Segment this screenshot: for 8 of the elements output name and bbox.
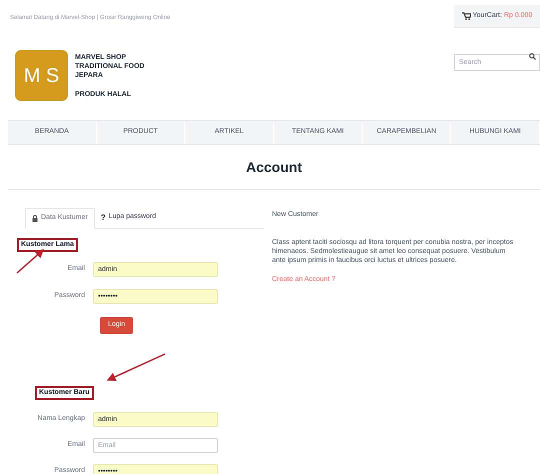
- question-icon: ?: [100, 212, 106, 224]
- page-title: Account: [246, 158, 302, 176]
- search-icon: [529, 53, 536, 60]
- annotation-arrow: [106, 353, 166, 381]
- cart-icon: [462, 12, 471, 20]
- lock-icon: [32, 215, 38, 222]
- annotation-arrow: [16, 249, 44, 274]
- logo: M S: [15, 50, 68, 101]
